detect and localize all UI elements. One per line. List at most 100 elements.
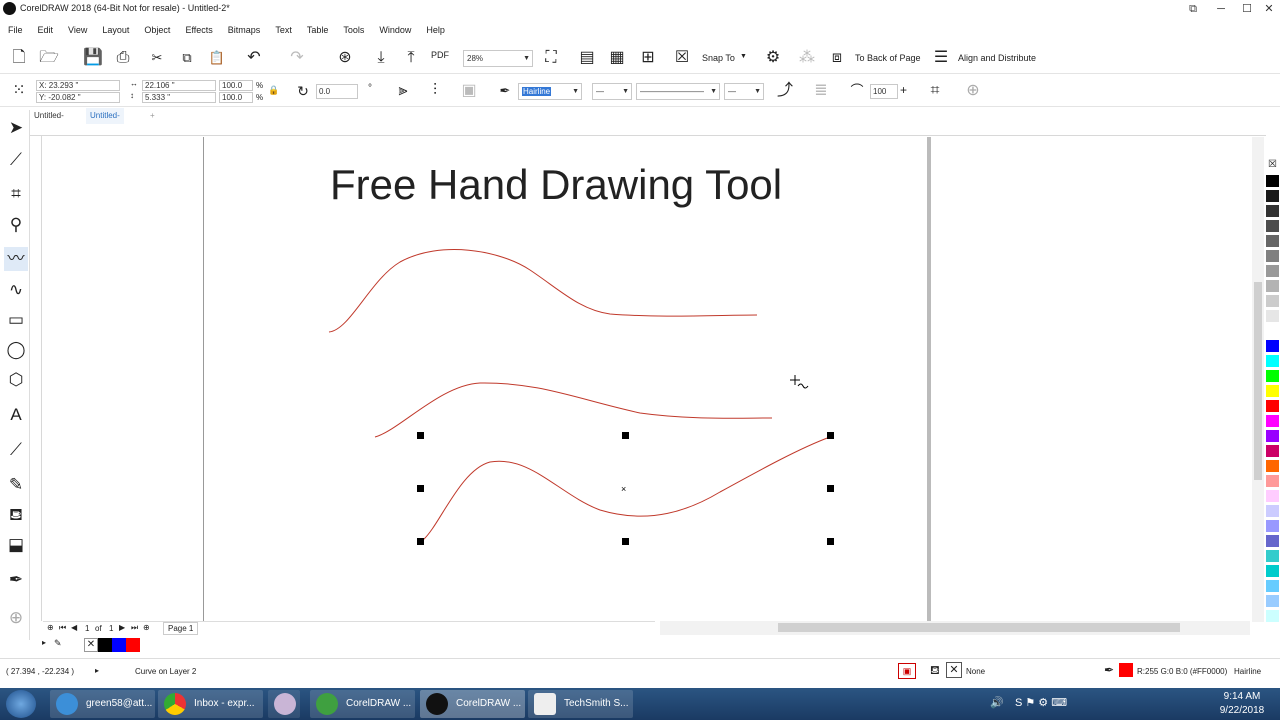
scrollbar-thumb[interactable] xyxy=(778,623,1180,632)
color-swatch[interactable] xyxy=(1266,190,1279,203)
prev-page-icon[interactable]: ◀ xyxy=(71,623,77,632)
status-arrow-icon[interactable]: ▸ xyxy=(95,666,99,675)
curves-layer: × xyxy=(328,249,834,545)
eyedropper-icon[interactable]: ✎ xyxy=(54,638,62,649)
vertical-scrollbar[interactable] xyxy=(1252,137,1264,622)
last-page-icon[interactable]: ⏭ xyxy=(131,623,138,633)
freehand-curve-1[interactable] xyxy=(328,249,758,333)
task-label: CorelDRAW ... xyxy=(346,698,412,709)
color-swatch[interactable] xyxy=(1266,205,1279,218)
volume-icon[interactable]: 🔊 xyxy=(990,696,1004,709)
outline-color-status: R:255 G:0 B:0 (#FF0000) xyxy=(1137,667,1228,676)
color-proofing-icon[interactable]: ▣ xyxy=(898,663,916,679)
resize-handle[interactable] xyxy=(622,432,629,439)
task-label: Inbox - expr... xyxy=(194,698,255,709)
internet-explorer-icon xyxy=(56,693,78,715)
color-swatch[interactable] xyxy=(1266,310,1279,323)
color-swatch[interactable] xyxy=(1266,340,1279,353)
color-swatch[interactable] xyxy=(1266,595,1279,608)
no-fill-swatch-icon[interactable]: ✕ xyxy=(946,662,962,678)
cursor-coordinates: ( 27.394 , -22.234 ) xyxy=(6,667,75,676)
color-swatch[interactable] xyxy=(1266,250,1279,263)
document-color-swatch[interactable] xyxy=(126,638,140,652)
fill-status: None xyxy=(966,667,986,676)
freehand-curve-3-selected[interactable] xyxy=(422,436,831,541)
start-button[interactable] xyxy=(6,690,36,718)
taskbar-chrome[interactable]: Inbox - expr... xyxy=(158,690,263,718)
freehand-curve-2[interactable] xyxy=(374,382,773,438)
first-page-icon[interactable]: ⏮ xyxy=(59,623,66,633)
color-swatch[interactable] xyxy=(1266,175,1279,188)
coreldraw-icon xyxy=(316,693,338,715)
color-swatch[interactable] xyxy=(1266,550,1279,563)
color-swatch[interactable] xyxy=(1266,460,1279,473)
color-swatch[interactable] xyxy=(1266,490,1279,503)
scrollbar-thumb[interactable] xyxy=(1254,282,1262,480)
current-page-number: 1 xyxy=(85,624,90,633)
resize-handle[interactable] xyxy=(827,485,834,492)
status-bar: ( 27.394 , -22.234 ) ▸ Curve on Layer 2 … xyxy=(0,658,1280,686)
document-color-swatch[interactable] xyxy=(98,638,112,652)
horizontal-scrollbar[interactable] xyxy=(660,621,1250,635)
color-swatch[interactable] xyxy=(1266,565,1279,578)
document-color-swatch[interactable] xyxy=(112,638,126,652)
resize-handle[interactable] xyxy=(417,485,424,492)
color-swatch[interactable] xyxy=(1266,400,1279,413)
task-label: TechSmith S... xyxy=(564,698,629,709)
outline-pen-icon[interactable]: ✒ xyxy=(1104,663,1114,677)
color-swatch[interactable] xyxy=(1266,220,1279,233)
resize-handle[interactable] xyxy=(417,432,424,439)
windows-taskbar: green58@att... Inbox - expr... CorelDRAW… xyxy=(0,688,1280,720)
page-navigator: ⊕ ⏮ ◀ 1 of 1 ▶ ⏭ ⊕ Page 1 xyxy=(43,621,655,635)
resize-handle[interactable] xyxy=(622,538,629,545)
total-pages: 1 xyxy=(109,624,114,633)
color-swatch[interactable] xyxy=(1266,415,1279,428)
add-page-icon[interactable]: ⊕ xyxy=(47,623,54,632)
task-label: CorelDRAW ... xyxy=(456,698,522,709)
clock-time[interactable]: 9:14 AM xyxy=(1212,691,1272,702)
fill-bucket-icon[interactable]: ⛾ xyxy=(930,663,940,679)
color-swatch[interactable] xyxy=(1266,370,1279,383)
taskbar-coreldraw-1[interactable]: CorelDRAW ... xyxy=(310,690,415,718)
color-swatch[interactable] xyxy=(1266,295,1279,308)
clock-date[interactable]: 9/22/2018 xyxy=(1212,705,1272,716)
color-swatch[interactable] xyxy=(1266,580,1279,593)
color-swatch[interactable] xyxy=(1266,445,1279,458)
color-swatch[interactable] xyxy=(1266,535,1279,548)
next-page-icon[interactable]: ▶ xyxy=(119,623,125,632)
chrome-icon xyxy=(164,693,186,715)
color-swatch[interactable] xyxy=(1266,475,1279,488)
color-swatch[interactable] xyxy=(1266,280,1279,293)
object-info: Curve on Layer 2 xyxy=(135,667,197,676)
palette-menu-icon[interactable]: ▸ xyxy=(42,638,46,647)
color-swatch[interactable] xyxy=(1266,235,1279,248)
taskbar-pinned-app[interactable] xyxy=(268,690,300,718)
snagit-icon xyxy=(534,693,556,715)
color-swatch[interactable] xyxy=(1266,355,1279,368)
task-label: green58@att... xyxy=(86,698,153,709)
app-icon xyxy=(274,693,296,715)
color-palette xyxy=(1265,155,1280,623)
tray-icons[interactable]: S ⚑ ⚙ ⌨ xyxy=(1015,696,1067,709)
color-swatch[interactable] xyxy=(1266,325,1279,338)
color-swatch[interactable] xyxy=(1266,430,1279,443)
center-marker-icon[interactable]: × xyxy=(621,484,626,494)
page-tab[interactable]: Page 1 xyxy=(163,622,199,635)
selection-handles[interactable]: × xyxy=(417,432,834,545)
freehand-cursor-icon xyxy=(790,375,809,389)
color-swatch[interactable] xyxy=(1266,265,1279,278)
resize-handle[interactable] xyxy=(827,432,834,439)
outline-color-swatch[interactable] xyxy=(1119,663,1133,677)
taskbar-techsmith[interactable]: TechSmith S... xyxy=(528,690,633,718)
no-color-swatch-icon[interactable]: ✕ xyxy=(84,638,98,652)
coreldraw-icon xyxy=(426,693,448,715)
color-swatch[interactable] xyxy=(1266,520,1279,533)
resize-handle[interactable] xyxy=(827,538,834,545)
taskbar-ie[interactable]: green58@att... xyxy=(50,690,155,718)
color-swatch[interactable] xyxy=(1266,610,1279,623)
color-swatch[interactable] xyxy=(1266,505,1279,518)
color-swatch[interactable] xyxy=(1266,385,1279,398)
resize-handle[interactable] xyxy=(417,538,424,545)
taskbar-coreldraw-2[interactable]: CorelDRAW ... xyxy=(420,690,525,718)
add-page-after-icon[interactable]: ⊕ xyxy=(143,623,150,632)
